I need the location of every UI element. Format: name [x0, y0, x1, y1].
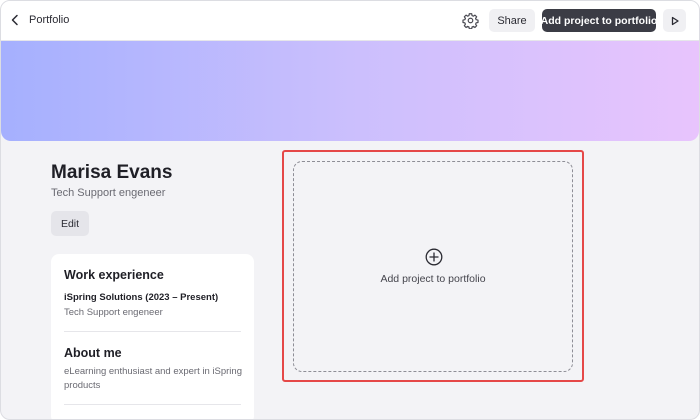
share-button[interactable]: Share [489, 9, 535, 32]
preview-button[interactable] [663, 9, 686, 32]
about-title: About me [64, 346, 122, 360]
about-text: eLearning enthusiast and expert in iSpri… [64, 366, 242, 391]
profile-name: Marisa Evans [51, 162, 173, 183]
profile-role: Tech Support engeneer [51, 187, 166, 199]
work-company: iSpring Solutions (2023 – Present) [64, 292, 219, 303]
section-divider [64, 331, 241, 332]
back-button[interactable]: Portfolio [9, 12, 69, 28]
work-experience-title: Work experience [64, 268, 164, 282]
add-project-button[interactable]: Add project to portfolio [541, 9, 657, 32]
section-divider [64, 404, 241, 405]
top-bar: Portfolio Share Add project to portfolio [1, 1, 699, 41]
add-project-dropzone[interactable]: Add project to portfolio [293, 161, 573, 372]
app-window: Portfolio Share Add project to portfolio… [0, 0, 700, 420]
play-icon [671, 16, 679, 25]
plus-circle-icon [425, 248, 443, 266]
profile-info-card: Work experience iSpring Solutions (2023 … [51, 254, 254, 419]
chevron-left-icon [11, 14, 18, 26]
dropzone-label: Add project to portfolio [380, 273, 486, 285]
back-label: Portfolio [29, 14, 70, 26]
cover-banner [1, 41, 699, 141]
work-position: Tech Support engeneer [64, 307, 163, 318]
gear-icon[interactable] [462, 12, 479, 29]
edit-profile-button[interactable]: Edit [51, 211, 89, 236]
